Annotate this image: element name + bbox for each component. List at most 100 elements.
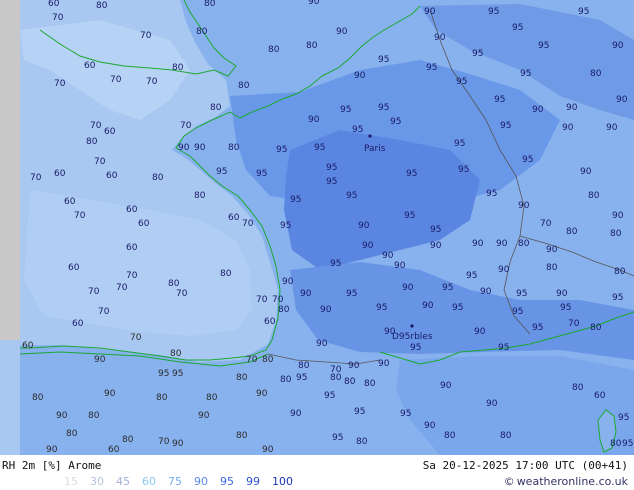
contour-label: 60 xyxy=(108,445,120,455)
contour-label: 70 xyxy=(54,79,66,89)
legend-item: 45 xyxy=(116,475,130,488)
contour-label: 90 xyxy=(46,445,58,455)
contour-label: 95 xyxy=(314,143,325,153)
contour-label: 95 xyxy=(404,211,415,221)
contour-label: 60 xyxy=(106,171,118,181)
contour-label: 95 xyxy=(378,55,389,65)
contour-label: 95 xyxy=(172,369,183,379)
contour-label: 90 xyxy=(56,411,68,421)
contour-label: 95 xyxy=(400,409,411,419)
contour-label: 70 xyxy=(140,31,152,41)
contour-label: 95 xyxy=(324,391,335,401)
contour-label: 90 xyxy=(378,359,390,369)
contour-label: 95 xyxy=(622,439,633,449)
valid-time-label: Sa 20-12-2025 17:00 UTC (00+41) xyxy=(422,459,628,472)
contour-label: 95 xyxy=(276,145,287,155)
contour-label: 80 xyxy=(196,27,208,37)
contour-label: 80 xyxy=(86,137,98,147)
contour-label: 90 xyxy=(580,167,592,177)
contour-label: 95 xyxy=(330,259,341,269)
contour-label: 80 xyxy=(210,103,222,113)
contour-label: 95 xyxy=(256,169,267,179)
contour-label: 90 xyxy=(198,411,210,421)
contour-label: 90 xyxy=(336,27,348,37)
no-data-strip xyxy=(0,0,20,340)
contour-label: 60 xyxy=(54,169,66,179)
contour-label: 70 xyxy=(116,283,128,293)
contour-label: 95 xyxy=(512,23,523,33)
contour-label: 90 xyxy=(282,277,294,287)
contour-label: 95 xyxy=(378,103,389,113)
contour-label: 60 xyxy=(594,391,606,401)
contour-label: 80 xyxy=(220,269,232,279)
contour-label: 95 xyxy=(346,191,357,201)
contour-label: 90 xyxy=(612,41,624,51)
contour-label: 90 xyxy=(382,251,394,261)
contour-label: 90 xyxy=(422,301,434,311)
contour-label: 95 xyxy=(538,41,549,51)
contour-label: 95 xyxy=(346,289,357,299)
contour-label: 90 xyxy=(94,355,106,365)
contour-label: 90 xyxy=(402,283,414,293)
contour-label: 60 xyxy=(126,205,138,215)
legend-item: 100 xyxy=(272,475,293,488)
contour-label: 70 xyxy=(90,121,102,131)
contour-label: 70 xyxy=(130,333,142,343)
contour-label: 90 xyxy=(320,305,332,315)
copyright-text: weatheronline.co.uk xyxy=(516,475,628,488)
contour-label: 95 xyxy=(560,303,571,313)
contour-label: 80 xyxy=(66,429,78,439)
contour-label: 90 xyxy=(354,71,366,81)
contour-label: 80 xyxy=(32,393,44,403)
contour-label: 95 xyxy=(458,165,469,175)
contour-label: 95 xyxy=(326,163,337,173)
contour-label: 60 xyxy=(138,219,150,229)
contour-label: 95 xyxy=(488,7,499,17)
contour-label: 80 xyxy=(88,411,100,421)
contour-label: 70 xyxy=(176,289,188,299)
contour-label: 80 xyxy=(344,377,356,387)
contour-label: 95 xyxy=(520,69,531,79)
map-footer: RH 2m [%] Arome Sa 20-12-2025 17:00 UTC … xyxy=(0,455,634,490)
contour-label: 95 xyxy=(512,307,523,317)
contour-label: 80 xyxy=(500,431,512,441)
contour-label: 90 xyxy=(496,239,508,249)
contour-label: 90 xyxy=(616,95,628,105)
contour-label: 95 xyxy=(456,77,467,87)
contour-label: 95 xyxy=(340,105,351,115)
contour-label: 90 xyxy=(518,201,530,211)
contour-label: 60 xyxy=(84,61,96,71)
contour-label: 90 xyxy=(566,103,578,113)
contour-label: 60 xyxy=(68,263,80,273)
legend-item: 99 xyxy=(246,475,260,488)
contour-label: 80 xyxy=(206,393,218,403)
contour-label: 95 xyxy=(326,177,337,187)
contour-label: 80 xyxy=(546,263,558,273)
contour-label: 70 xyxy=(180,121,192,131)
contour-label: 95 xyxy=(532,323,543,333)
contour-label: 80 xyxy=(610,439,622,449)
contour-label: 95 xyxy=(618,413,629,423)
copyright-link[interactable]: © weatheronline.co.uk xyxy=(504,475,628,488)
contour-label: 80 xyxy=(122,435,134,445)
color-legend: 15 30 45 60 75 90 95 99 100 xyxy=(64,475,305,489)
contour-label: 95 xyxy=(516,289,527,299)
contour-label: 95 xyxy=(426,63,437,73)
contour-label: 95 xyxy=(494,95,505,105)
city-label-secondary: D95rbles xyxy=(392,332,433,342)
contour-label: 90 xyxy=(434,33,446,43)
contour-label: 80 xyxy=(590,323,602,333)
contour-label: 95 xyxy=(352,125,363,135)
contour-label: 70 xyxy=(146,77,158,87)
contour-label: 70 xyxy=(246,355,258,365)
contour-label: 70 xyxy=(74,211,86,221)
contour-label: 90 xyxy=(474,327,486,337)
contour-label: 80 xyxy=(268,45,280,55)
legend-item: 75 xyxy=(168,475,182,488)
contour-label: 70 xyxy=(126,271,138,281)
contour-label: 60 xyxy=(22,341,34,351)
contour-label: 80 xyxy=(96,1,108,11)
contour-label: 80 xyxy=(590,69,602,79)
contour-label: 90 xyxy=(308,0,320,7)
contour-label: 90 xyxy=(362,241,374,251)
